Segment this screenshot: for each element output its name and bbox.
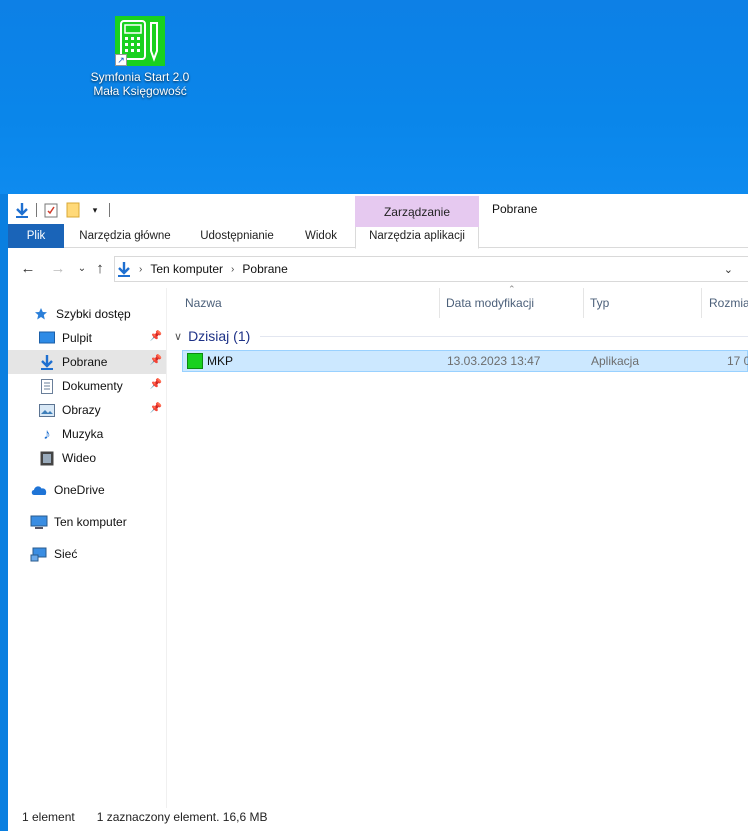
- tab-application-tools[interactable]: Narzędzia aplikacji: [355, 224, 479, 249]
- sidebar-item-music[interactable]: ♪ Muzyka: [8, 422, 166, 446]
- address-input[interactable]: › Ten komputer › Pobrane ⌄ ↻: [114, 256, 748, 282]
- pictures-icon: [38, 402, 56, 418]
- ribbon-tabs: Plik Narzędzia główne Udostępnianie Wido…: [8, 224, 748, 249]
- column-header-size[interactable]: Rozmia: [709, 288, 748, 318]
- sidebar-item-videos[interactable]: Wideo: [8, 446, 166, 470]
- sidebar-item-label: Wideo: [62, 451, 97, 465]
- tab-view[interactable]: Widok: [296, 224, 346, 248]
- document-icon: [38, 378, 56, 394]
- file-name: MKP: [207, 354, 234, 368]
- video-icon: [38, 450, 56, 466]
- column-header-type[interactable]: Typ: [590, 288, 609, 318]
- column-divider[interactable]: [439, 288, 440, 318]
- group-divider: [260, 335, 748, 337]
- music-icon: ♪: [43, 425, 51, 443]
- back-icon[interactable]: ←: [18, 260, 38, 280]
- sidebar-item-documents[interactable]: Dokumenty 📌: [8, 374, 166, 398]
- address-bar: ← → ⌄ ↑ › Ten komputer › Pobrane ⌄ ↻: [8, 254, 748, 284]
- file-date: 13.03.2023 13:47: [447, 354, 541, 368]
- sidebar-item-label: Muzyka: [62, 427, 104, 441]
- tab-home[interactable]: Narzędzia główne: [72, 224, 178, 248]
- star-icon: [32, 306, 50, 322]
- application-icon: [187, 353, 203, 369]
- separator: [109, 203, 110, 217]
- sidebar-item-label: Szybki dostęp: [56, 307, 131, 321]
- properties-icon[interactable]: [43, 202, 59, 218]
- navigation-pane: Szybki dostęp Pulpit 📌 Pobrane 📌 Dokumen…: [8, 288, 166, 808]
- column-header-name[interactable]: Nazwa: [185, 288, 222, 318]
- tab-file[interactable]: Plik: [8, 224, 64, 248]
- group-header-today[interactable]: ∨ Dzisiaj (1): [174, 326, 748, 346]
- sidebar-item-label: Obrazy: [62, 403, 101, 417]
- context-tab-strip: [355, 224, 479, 227]
- calculator-pen-icon: ↗: [115, 16, 165, 66]
- context-tab-header: Zarządzanie: [355, 196, 479, 224]
- status-selection: 1 zaznaczony element. 16,6 MB: [96, 810, 268, 824]
- status-bar: 1 element 1 zaznaczony element. 16,6 MB: [8, 806, 748, 828]
- sidebar-item-label: Dokumenty: [62, 379, 123, 393]
- customize-dropdown-icon[interactable]: ▾: [87, 202, 103, 218]
- desktop-icon: [38, 330, 56, 346]
- sidebar-item-onedrive[interactable]: OneDrive: [8, 478, 166, 502]
- table-row[interactable]: MKP 13.03.2023 13:47 Aplikacja 17 0: [182, 350, 748, 372]
- title-bar: ▾ Zarządzanie Pobrane: [8, 194, 748, 224]
- pin-icon[interactable]: 📌: [150, 403, 162, 414]
- file-list: Nazwa ⌃ Data modyfikacji Typ Rozmia ∨ Dz…: [168, 284, 748, 808]
- sidebar-item-label: Ten komputer: [54, 515, 127, 529]
- file-type: Aplikacja: [591, 354, 640, 368]
- desktop: ↗ Symfonia Start 2.0 Mała Księgowość: [0, 0, 748, 194]
- shortcut-arrow-icon: ↗: [115, 54, 127, 66]
- quick-access-toolbar: ▾: [14, 200, 110, 220]
- recent-locations-icon[interactable]: ⌄: [72, 260, 92, 280]
- sidebar-item-label: OneDrive: [54, 483, 105, 497]
- pin-icon[interactable]: 📌: [150, 331, 162, 342]
- desktop-shortcut-symfonia[interactable]: ↗ Symfonia Start 2.0 Mała Księgowość: [84, 16, 196, 98]
- download-icon: [38, 354, 56, 370]
- pane-divider[interactable]: [166, 288, 167, 808]
- sidebar-item-label: Pobrane: [62, 355, 108, 369]
- cloud-icon: [30, 482, 48, 498]
- column-header-date[interactable]: Data modyfikacji: [446, 288, 534, 318]
- sidebar-item-pictures[interactable]: Obrazy 📌: [8, 398, 166, 422]
- address-dropdown-icon[interactable]: ⌄: [724, 263, 733, 276]
- forward-icon[interactable]: →: [48, 260, 68, 280]
- separator: [36, 203, 37, 217]
- sidebar-item-label: Pulpit: [62, 331, 93, 345]
- tab-share[interactable]: Udostępnianie: [192, 224, 282, 248]
- sidebar-item-quick-access[interactable]: Szybki dostęp: [8, 302, 166, 326]
- sidebar-item-label: Sieć: [54, 547, 78, 561]
- sidebar-item-this-pc[interactable]: Ten komputer: [8, 510, 166, 534]
- file-size: 17 0: [727, 354, 748, 368]
- breadcrumb-chevron-icon: ›: [231, 263, 235, 275]
- breadcrumb-chevron-icon: ›: [139, 263, 143, 275]
- window-title: Pobrane: [492, 202, 538, 216]
- up-icon[interactable]: ↑: [90, 260, 110, 280]
- group-label: Dzisiaj (1): [188, 328, 251, 344]
- download-icon: [117, 261, 131, 277]
- sidebar-item-downloads[interactable]: Pobrane 📌: [8, 350, 166, 374]
- file-explorer-window: ▾ Zarządzanie Pobrane Plik Narzędzia głó…: [8, 194, 748, 831]
- sidebar-item-desktop[interactable]: Pulpit 📌: [8, 326, 166, 350]
- breadcrumb-downloads[interactable]: Pobrane: [242, 262, 287, 276]
- computer-icon: [30, 514, 48, 530]
- pin-icon[interactable]: 📌: [150, 355, 162, 366]
- breadcrumb-this-pc[interactable]: Ten komputer: [150, 262, 223, 276]
- download-icon[interactable]: [14, 202, 30, 218]
- column-divider[interactable]: [701, 288, 702, 318]
- network-icon: [30, 546, 48, 562]
- column-divider[interactable]: [583, 288, 584, 318]
- desktop-icon-label: Symfonia Start 2.0 Mała Księgowość: [90, 70, 190, 98]
- status-item-count: 1 element: [22, 810, 75, 824]
- chevron-down-icon[interactable]: ∨: [174, 330, 182, 343]
- pin-icon[interactable]: 📌: [150, 379, 162, 390]
- new-folder-icon[interactable]: [65, 202, 81, 218]
- sidebar-item-network[interactable]: Sieć: [8, 542, 166, 566]
